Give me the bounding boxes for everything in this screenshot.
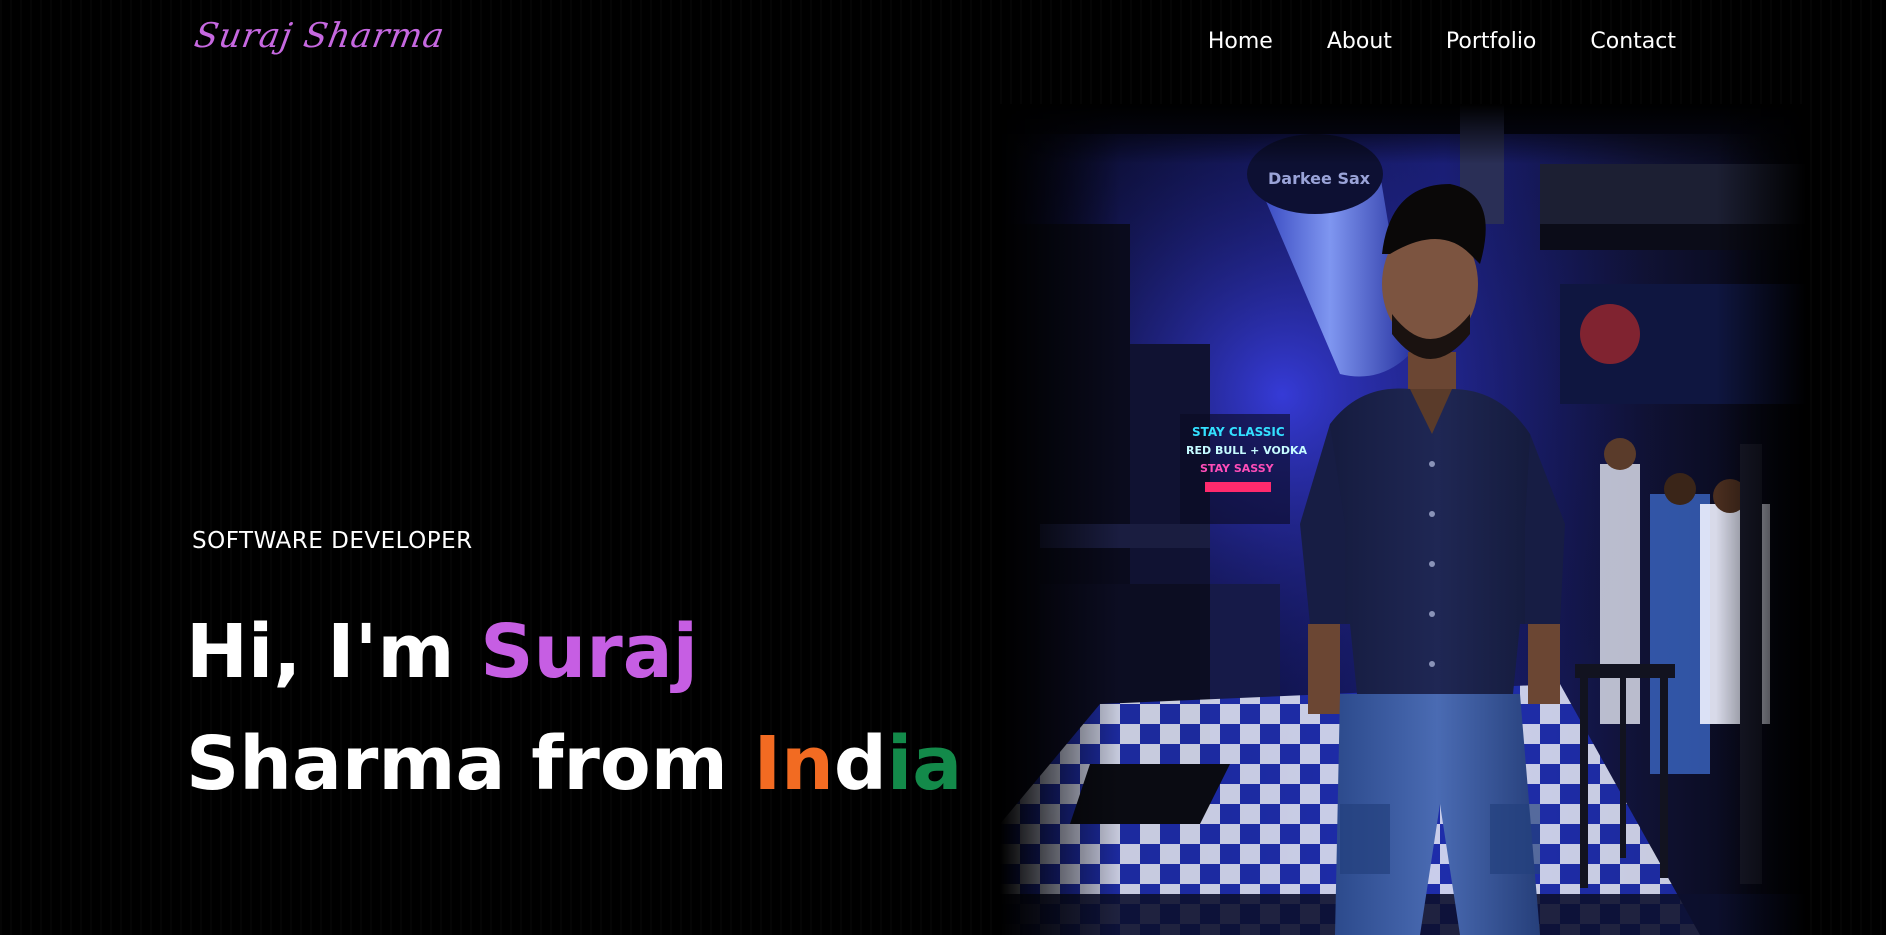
headline-greeting: Hi, I'm: [186, 609, 481, 695]
role-subtitle: SOFTWARE DEVELOPER: [192, 528, 473, 554]
neon-sign-line-3: STAY SASSY: [1200, 462, 1275, 475]
nav-contact[interactable]: Contact: [1590, 24, 1676, 60]
headline-last-name: Sharma from: [186, 721, 754, 807]
nav-home[interactable]: Home: [1208, 24, 1273, 60]
hero-headline: Hi, I'm Suraj Sharma from India: [186, 596, 962, 820]
photo-fade-top: [1000, 104, 1806, 164]
main-nav: Home About Portfolio Contact: [1208, 24, 1676, 60]
country-part-orange: In: [753, 721, 834, 807]
country-part-white: d: [833, 721, 887, 807]
photo-fade-right: [1716, 104, 1806, 935]
headline-first-name: Suraj: [480, 609, 699, 695]
hero-photo-illustration: Darkee Sax STAY CLASSIC RED BULL + VODKA…: [1000, 104, 1806, 935]
page: Suraj Sharma Home About Portfolio Contac…: [0, 0, 1886, 935]
country-part-green: ia: [886, 721, 963, 807]
neon-sign-line-1: STAY CLASSIC: [1192, 425, 1285, 439]
neon-sign-line-2: RED BULL + VODKA: [1186, 444, 1307, 457]
hero-photo: Darkee Sax STAY CLASSIC RED BULL + VODKA…: [1000, 104, 1806, 935]
duct-label: Darkee Sax: [1268, 169, 1371, 188]
logo[interactable]: Suraj Sharma: [191, 16, 447, 56]
nav-portfolio[interactable]: Portfolio: [1446, 24, 1537, 60]
nav-about[interactable]: About: [1327, 24, 1392, 60]
site-header: Suraj Sharma Home About Portfolio Contac…: [0, 0, 1886, 90]
photo-fade-left: [1000, 104, 1120, 935]
